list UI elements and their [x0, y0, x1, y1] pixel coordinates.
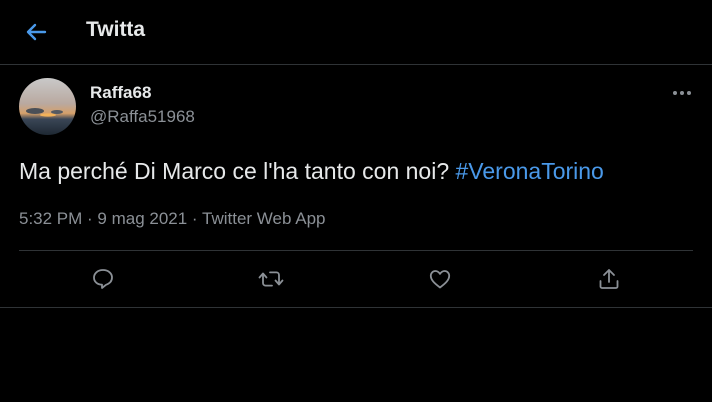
page-title: Twitta [86, 18, 146, 41]
like-icon [428, 267, 452, 291]
reply-button[interactable] [89, 265, 117, 293]
like-button[interactable] [426, 265, 454, 293]
more-options-button[interactable] [668, 84, 696, 102]
author-handle[interactable]: @Raffa51968 [90, 107, 195, 127]
header-bar: Twitta [0, 0, 712, 65]
arrow-left-icon [25, 23, 47, 41]
tweet-body: Ma perché Di Marco ce l'ha tanto con noi… [19, 158, 456, 184]
retweet-icon [258, 267, 284, 291]
share-icon [597, 267, 621, 291]
avatar[interactable] [19, 78, 76, 135]
more-horizontal-icon [672, 90, 692, 96]
reply-icon [91, 267, 115, 291]
share-button[interactable] [595, 265, 623, 293]
divider [0, 307, 712, 308]
hashtag-link[interactable]: #VeronaTorino [456, 158, 604, 184]
tweet-timestamp[interactable]: 5:32 PM · 9 mag 2021 · Twitter Web App [19, 209, 325, 229]
divider [19, 250, 693, 251]
back-button[interactable] [18, 16, 54, 48]
author-name[interactable]: Raffa68 [90, 83, 151, 103]
tweet-text: Ma perché Di Marco ce l'ha tanto con noi… [19, 158, 604, 185]
retweet-button[interactable] [257, 265, 285, 293]
